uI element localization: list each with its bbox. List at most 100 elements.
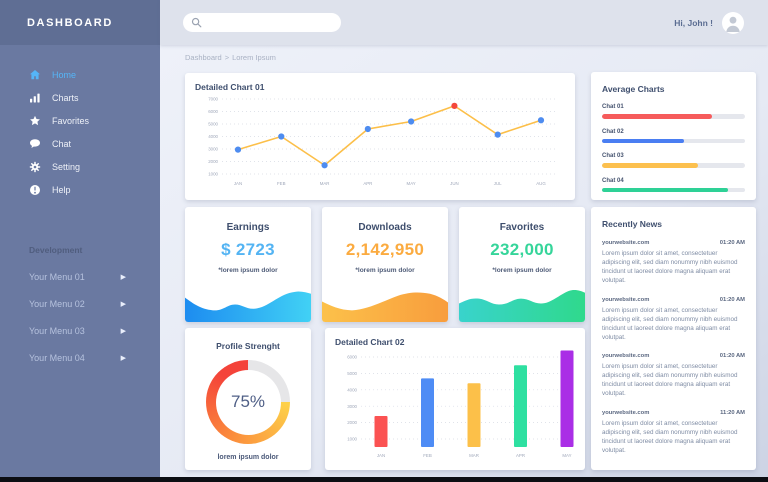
help-icon [29,184,41,196]
svg-text:AUG: AUG [536,181,546,186]
progress-track [602,139,745,144]
sidebar-item-help[interactable]: Help [0,178,160,201]
detailed-chart-01-card: Detailed Chart 01 7000600050004000300020… [185,73,575,200]
svg-text:2000: 2000 [347,420,357,425]
play-arrow-icon: ▶ [121,300,126,308]
svg-text:4000: 4000 [347,387,357,392]
svg-text:6000: 6000 [347,355,357,360]
sidebar-item-label: Charts [52,93,79,103]
svg-text:7000: 7000 [208,97,218,102]
news-item-3: yourwebsite.com 01:20 AM Lorem ipsum dolor… [602,353,745,399]
sidebar-item-label: Favorites [52,116,89,126]
average-bar-4: Chat 04 [602,178,745,193]
chart-01-title: Detailed Chart 01 [195,82,567,92]
news-source[interactable]: yourwebsite.com [602,240,649,246]
dev-item-label: Your Menu 04 [29,353,85,363]
charts-icon [29,92,41,104]
sidebar-dev-item-1[interactable]: Your Menu 01▶ [0,272,160,282]
sidebar-dev-item-3[interactable]: Your Menu 03▶ [0,326,160,336]
average-bar-2: Chat 02 [602,129,745,144]
news-time: 01:20 AM [720,240,745,246]
sidebar-item-setting[interactable]: Setting [0,155,160,178]
sidebar-item-favorites[interactable]: Favorites [0,109,160,132]
breadcrumb: Dashboard>Lorem Ipsum [185,53,279,62]
news-item-header: yourwebsite.com 01:20 AM [602,240,745,246]
detailed-chart-02-card: Detailed Chart 02 6000500040003000200010… [325,328,585,470]
app-title: DASHBOARD [27,17,113,29]
search-bar[interactable] [183,13,341,32]
downloads-card: Downloads 2,142,950 *lorem ipsum dolor [322,207,448,322]
favorites-value: 232,000 [490,240,554,260]
average-charts-bars: Chat 01 Chat 02 Chat 03 Chat 04 [602,104,745,192]
svg-text:MAY: MAY [407,181,416,186]
svg-text:JAN: JAN [234,181,242,186]
news-item-2: yourwebsite.com 01:20 AM Lorem ipsum dolor… [602,297,745,343]
news-time: 01:20 AM [720,297,745,303]
downloads-sparkline [322,285,448,322]
svg-text:1000: 1000 [208,172,218,177]
svg-text:3000: 3000 [208,147,218,152]
progress-fill [602,188,728,193]
sidebar-item-label: Home [52,70,76,80]
svg-text:1000: 1000 [347,437,357,442]
sidebar-item-charts[interactable]: Charts [0,86,160,109]
news-item-4: yourwebsite.com 11:20 AM Lorem ipsum dolor… [602,410,745,456]
sidebar-item-chat[interactable]: Chat [0,132,160,155]
recently-news-title: Recently News [602,219,745,229]
sidebar-header: DASHBOARD [0,0,160,45]
chart-02-title: Detailed Chart 02 [335,337,577,347]
news-source[interactable]: yourwebsite.com [602,297,649,303]
news-time: 01:20 AM [720,353,745,359]
news-text: Lorem ipsum dolor sit amet, consectetuer… [602,362,745,399]
news-item-header: yourwebsite.com 01:20 AM [602,353,745,359]
sidebar-dev-item-4[interactable]: Your Menu 04 ▶ [0,353,160,363]
progress-track [602,114,745,119]
news-time: 11:20 AM [720,410,745,416]
breadcrumb-current: Lorem Ipsum [232,53,276,62]
star-icon [29,115,41,127]
svg-text:5000: 5000 [208,122,218,127]
progress-fill [602,163,698,168]
average-bar-label: Chat 03 [602,153,745,159]
profile-strength-title: Profile Strenght [216,341,280,351]
gear-icon [29,161,41,173]
sidebar-section-label: Development [29,245,160,255]
sidebar-item-label: Help [52,185,71,195]
profile-note: lorem ipsum dolor [217,454,278,461]
bottom-strip [0,477,768,482]
progress-track [602,163,745,168]
sidebar-nav: Home Charts Favorites ChatSetting Help [0,63,160,201]
earnings-note: *lorem ipsum dolor [218,267,277,274]
svg-text:MAR: MAR [320,181,330,186]
svg-text:JUN: JUN [450,181,459,186]
breadcrumb-root[interactable]: Dashboard [185,53,222,62]
news-item-header: yourwebsite.com 11:20 AM [602,410,745,416]
play-arrow-icon: ▶ [121,327,126,335]
news-text: Lorem ipsum dolor sit amet, consectetuer… [602,419,745,456]
search-input[interactable] [202,18,333,27]
sidebar-dev-item-2[interactable]: Your Menu 02▶ [0,299,160,309]
recently-news-card: Recently News yourwebsite.com 01:20 AM Lor… [591,207,756,470]
svg-text:4000: 4000 [208,134,218,139]
news-source[interactable]: yourwebsite.com [602,410,649,416]
main-content: Dashboard>Lorem Ipsum Detailed Chart 01 … [160,45,768,482]
favorites-sparkline [459,285,585,322]
svg-text:5000: 5000 [347,371,357,376]
svg-text:JUL: JUL [494,181,502,186]
profile-strength-card: Profile Strenght 75% lorem ipsum dolor [185,328,311,470]
earnings-title: Earnings [227,222,270,233]
svg-text:APR: APR [363,181,372,186]
avatar[interactable] [722,12,744,34]
sidebar-item-home[interactable]: Home [0,63,160,86]
average-charts-title: Average Charts [602,84,745,94]
svg-text:6000: 6000 [208,109,218,114]
news-source[interactable]: yourwebsite.com [602,353,649,359]
downloads-value: 2,142,950 [346,240,424,260]
earnings-value: $ 2723 [221,240,275,260]
average-bar-1: Chat 01 [602,104,745,119]
news-text: Lorem ipsum dolor sit amet, consectetuer… [602,306,745,343]
user-icon [722,12,744,34]
play-arrow-icon: ▶ [121,354,126,362]
svg-text:APR: APR [516,453,525,458]
play-arrow-icon: ▶ [121,273,126,281]
